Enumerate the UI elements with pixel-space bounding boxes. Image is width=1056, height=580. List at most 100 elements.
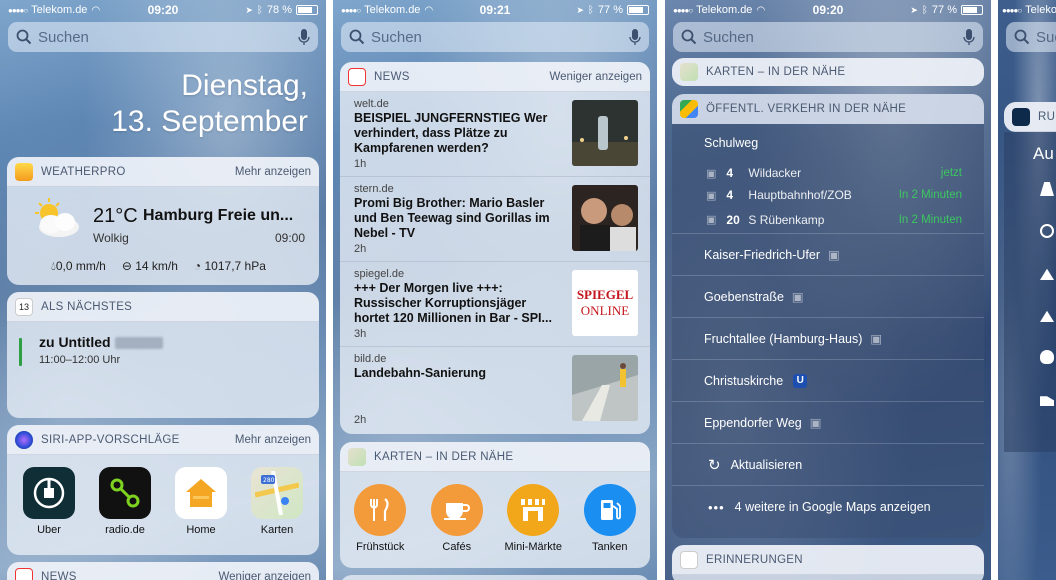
- news-widget-peek[interactable]: NEWS Weniger anzeigen: [7, 562, 319, 580]
- refresh-icon: ↻: [708, 456, 721, 474]
- temperature: 21°C: [93, 205, 138, 227]
- app-radio-de[interactable]: radio.de: [95, 467, 155, 536]
- news-app-icon: [15, 567, 33, 580]
- weather-stats: 💧︎0,0 mm/h ⊖ 14 km/h ◔ 1017,7 hPa: [51, 259, 266, 274]
- widget-header: KARTEN – IN DER NÄHE: [340, 442, 650, 472]
- widget-header: KARTEN – IN DER NÄHE: [672, 58, 984, 86]
- show-more-button[interactable]: Mehr anzeigen: [235, 434, 311, 446]
- news-headline: BEISPIEL JUNGFERNSTIEG Wer verhindert, d…: [354, 111, 548, 155]
- show-more-in-google-maps-button[interactable]: ••• 4 weitere in Google Maps anzeigen: [672, 486, 984, 528]
- calendar-event[interactable]: zu Untitled 11:00–12:00 Uhr: [7, 322, 319, 418]
- calendar-app-icon: 13: [15, 297, 33, 316]
- maps-nearby-widget-collapsed[interactable]: KARTEN – IN DER NÄHE: [672, 58, 984, 86]
- widget-header: SIRI-APP-VORSCHLÄGE Mehr anzeigen: [7, 425, 319, 455]
- stop-name: Christuskirche: [704, 373, 784, 388]
- stop-item[interactable]: Schulweg: [672, 124, 984, 162]
- day-label: 13. September: [111, 105, 308, 138]
- app-home[interactable]: Home: [171, 467, 231, 536]
- search-placeholder: Suchen: [38, 28, 89, 46]
- widget-title: WEATHERPRO: [41, 165, 126, 178]
- news-app-icon: [348, 67, 366, 86]
- weather-condition: Wolkig: [93, 231, 129, 245]
- weather-body: 21°C Hamburg Freie un... Wolkig 09:00 💧︎…: [7, 187, 319, 281]
- next-widget-peek: [340, 575, 650, 580]
- stop-item[interactable]: Kaiser-Friedrich-Ufer ▣: [672, 234, 984, 276]
- stopwatch-icon: [1040, 224, 1054, 238]
- more-label: 4 weitere in Google Maps anzeigen: [734, 500, 931, 514]
- app-uber[interactable]: Uber: [19, 467, 79, 536]
- show-less-button[interactable]: Weniger anzeigen: [550, 71, 643, 83]
- category-label: Tanken: [592, 541, 628, 553]
- widget-header: NEWS Weniger anzeigen: [340, 62, 650, 92]
- signal-icon: ●●●●○: [1002, 5, 1022, 15]
- spiegel-online-logo: SPIEGEL ONLINE: [572, 270, 638, 336]
- departure-row[interactable]: ▣ 4 Wildacker jetzt: [672, 162, 984, 184]
- u-bahn-icon: U: [793, 373, 808, 388]
- app-label: radio.de: [105, 524, 145, 536]
- destination: Wildacker: [748, 166, 802, 180]
- weatherpro-widget[interactable]: WEATHERPRO Mehr anzeigen 21°C Hamburg Fr…: [7, 157, 319, 285]
- news-item[interactable]: spiegel.de +++ Der Morgen live +++: Russ…: [340, 262, 650, 347]
- maps-nearby-widget: KARTEN – IN DER NÄHE Frühstück Cafés Min…: [340, 442, 650, 568]
- stop-name: Goebenstraße: [704, 289, 784, 304]
- departure-row[interactable]: ▣ 4 Hauptbahnhof/ZOB In 2 Minuten: [672, 184, 984, 206]
- carrier-label: Telekom.de: [1025, 4, 1056, 16]
- search-bar[interactable]: Suchen: [673, 22, 983, 52]
- news-item[interactable]: bild.de Landebahn-Sanierung 2h: [340, 347, 650, 432]
- category-cafes[interactable]: Cafés: [422, 484, 492, 553]
- stop-item[interactable]: Eppendorfer Weg ▣: [672, 402, 984, 444]
- runtastic-widget-header[interactable]: RUN: [1004, 102, 1056, 132]
- show-more-button[interactable]: Mehr anzeigen: [235, 166, 311, 178]
- widget-title: ÖFFENTL. VERKEHR IN DER NÄHE: [706, 103, 907, 115]
- microphone-icon[interactable]: [298, 28, 310, 46]
- category-fuel[interactable]: Tanken: [575, 484, 645, 553]
- show-less-button[interactable]: Weniger anzeigen: [219, 571, 312, 580]
- widget-header: NEWS Weniger anzeigen: [7, 562, 319, 580]
- date-display: Dienstag, 13. September: [111, 68, 308, 140]
- stop-item[interactable]: Goebenstraße ▣: [672, 276, 984, 318]
- weatherpro-app-icon: [15, 162, 33, 181]
- news-item[interactable]: welt.de BEISPIEL JUNGFERNSTIEG Wer verhi…: [340, 92, 650, 177]
- widget-header: 13 ALS NÄCHSTES: [7, 292, 319, 322]
- search-bar[interactable]: Suchen: [341, 22, 649, 52]
- stop-item[interactable]: Fruchtallee (Hamburg-Haus) ▣: [672, 318, 984, 360]
- shop-icon: [507, 484, 560, 536]
- widget-title: KARTEN – IN DER NÄHE: [706, 66, 846, 78]
- up-next-widget[interactable]: 13 ALS NÄCHSTES zu Untitled 11:00–12:00 …: [7, 292, 319, 418]
- app-karten[interactable]: 280 Karten: [247, 467, 307, 536]
- stop-item[interactable]: Christuskirche U: [672, 360, 984, 402]
- search-bar[interactable]: Suc: [1006, 22, 1056, 52]
- bus-icon: ▣: [870, 332, 883, 346]
- category-breakfast[interactable]: Frühstück: [345, 484, 415, 553]
- news-source: bild.de: [354, 353, 387, 365]
- refresh-button[interactable]: ↻ Aktualisieren: [672, 444, 984, 486]
- event-title: zu Untitled: [39, 334, 111, 350]
- app-label: Home: [186, 524, 216, 536]
- line-number: 20: [726, 212, 740, 227]
- widget-header: WEATHERPRO Mehr anzeigen: [7, 157, 319, 187]
- widget-text: Au: [1033, 144, 1054, 163]
- reminders-app-icon: [680, 550, 698, 569]
- news-item[interactable]: stern.de Promi Big Brother: Mario Basler…: [340, 177, 650, 262]
- news-widget: NEWS Weniger anzeigen welt.de BEISPIEL J…: [340, 62, 650, 434]
- microphone-icon[interactable]: [963, 28, 975, 46]
- microphone-icon[interactable]: [629, 28, 641, 46]
- departure-row[interactable]: ▣ 20 S Rübenkamp In 2 Minuten: [672, 206, 984, 234]
- status-time: 09:20: [812, 3, 844, 17]
- maps-app-icon: [680, 63, 698, 81]
- siri-app-icon: [15, 430, 33, 449]
- departure-time: In 2 Minuten: [898, 189, 962, 201]
- news-headline: Landebahn-Sanierung: [354, 366, 486, 380]
- app-suggestion-list: Uber radio.de Home 280 Karten: [7, 455, 319, 536]
- home-icon: [175, 467, 227, 519]
- search-icon: [16, 29, 32, 45]
- reminders-widget[interactable]: ERINNERUNGEN: [672, 545, 984, 580]
- category-mini-markets[interactable]: Mini-Märkte: [498, 484, 568, 553]
- status-bar: ●●●●○ Telekom.de ◠ 09:20 ➤ ᛒ 77 %: [665, 0, 991, 20]
- category-label: Frühstück: [356, 541, 405, 553]
- line-number: 4: [726, 166, 734, 180]
- battery-icon: [296, 5, 318, 15]
- search-bar[interactable]: Suchen: [8, 22, 318, 52]
- departure-time: jetzt: [940, 167, 962, 179]
- elevation-down-icon: [1040, 310, 1054, 322]
